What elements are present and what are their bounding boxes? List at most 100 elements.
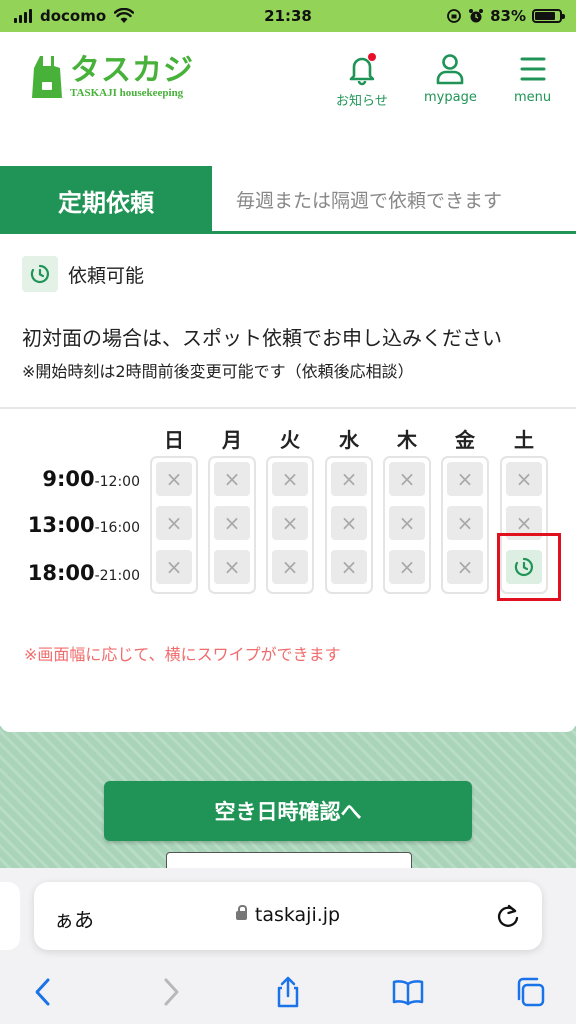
close-icon: × [398,467,416,491]
highlight-box [497,533,561,601]
close-icon: × [515,467,533,491]
unavailable-slot-cell[interactable]: × [389,506,425,540]
unavailable-slot-cell[interactable]: × [331,462,367,496]
unavailable-slot-cell[interactable]: × [447,550,483,584]
close-icon: × [281,467,299,491]
unavailable-slot-cell[interactable]: × [389,550,425,584]
unavailable-slot-cell[interactable]: × [156,462,192,496]
card-bottom-edge [0,722,576,732]
url-display[interactable]: taskaji.jp [34,904,542,926]
unavailable-slot-cell[interactable]: × [214,506,250,540]
section-divider [0,407,576,409]
carrier-label: docomo [40,7,107,25]
close-icon: × [340,511,358,535]
available-clock-icon [22,256,58,292]
logo-text: タスカジ TASKAJI housekeeping [70,53,194,100]
day-header: 土 [514,428,534,452]
notifications-button[interactable]: お知らせ [336,52,388,109]
slot-end-time: -16:00 [94,520,140,536]
time-slot-label: 13:00-16:00 [0,513,140,537]
slot-start-time: 9:00 [42,467,95,491]
book-icon [392,980,424,1006]
reload-icon[interactable] [494,902,522,930]
start-time-note: ※開始時刻は2時間前後変更可能です（依頼後応相談） [22,362,414,381]
request-type-tabs: 定期依頼 毎週または隔週で依頼できます [0,166,576,234]
close-icon: × [456,555,474,579]
close-icon: × [456,511,474,535]
unavailable-slot-cell[interactable]: × [272,550,308,584]
tab-description: 毎週または隔週で依頼できます [236,190,503,212]
slot-start-time: 13:00 [27,513,95,537]
close-icon: × [165,467,183,491]
unavailable-slot-cell[interactable]: × [447,462,483,496]
day-header: 火 [280,428,300,452]
bookmarks-button[interactable] [388,972,428,1012]
forward-button[interactable] [150,972,190,1012]
unavailable-slot-cell[interactable]: × [156,506,192,540]
unavailable-slot-cell[interactable]: × [156,550,192,584]
user-icon [437,54,464,85]
unavailable-slot-cell[interactable]: × [506,462,542,496]
mypage-button[interactable]: mypage [424,52,477,105]
swipe-note: ※画面幅に応じて、横にスワイプができます [24,645,341,664]
tabs-icon [517,977,545,1007]
status-bar: docomo 21:38 83% [0,0,576,32]
day-header: 金 [455,428,475,452]
tab-regular-request[interactable]: 定期依頼 [0,166,212,234]
taskaji-logo[interactable]: タスカジ TASKAJI housekeeping [30,54,194,100]
address-bar[interactable]: ぁあ taskaji.jp [34,882,542,950]
unavailable-slot-cell[interactable]: × [331,550,367,584]
slot-end-time: -12:00 [94,474,140,490]
time-slot-label: 18:00-21:00 [0,561,140,585]
menu-label: menu [514,90,552,105]
close-icon: × [398,555,416,579]
unavailable-slot-cell[interactable]: × [389,462,425,496]
unavailable-slot-cell[interactable]: × [447,506,483,540]
site-header: タスカジ TASKAJI housekeeping お知らせ mypage me… [0,32,576,122]
menu-button[interactable]: menu [514,52,551,105]
status-left: docomo [0,7,135,25]
close-icon: × [165,555,183,579]
close-icon: × [340,555,358,579]
logo-title: タスカジ [70,53,194,88]
share-icon [277,976,299,1008]
unavailable-slot-cell[interactable]: × [214,462,250,496]
first-time-note: 初対面の場合は、スポット依頼でお申し込みください [22,326,502,350]
close-icon: × [165,511,183,535]
battery-icon [532,9,565,23]
lock-icon [235,905,247,920]
chevron-right-icon [164,978,179,1006]
close-icon: × [281,511,299,535]
available-label: 依頼可能 [68,264,145,287]
orientation-lock-icon [447,9,461,23]
slot-start-time: 18:00 [27,561,95,585]
signal-icon [14,9,32,23]
status-right: 83% [446,7,576,25]
close-icon: × [515,511,533,535]
unavailable-slot-cell[interactable]: × [272,506,308,540]
close-icon: × [398,511,416,535]
close-icon: × [340,467,358,491]
tabs-button[interactable] [510,972,550,1012]
day-header: 木 [397,428,417,452]
chevron-left-icon [35,978,50,1006]
unavailable-slot-cell[interactable]: × [214,550,250,584]
back-button[interactable] [24,972,64,1012]
close-icon: × [223,555,241,579]
check-availability-button[interactable]: 空き日時確認へ [104,781,472,841]
unavailable-slot-cell[interactable]: × [272,462,308,496]
close-icon: × [223,467,241,491]
day-header: 日 [164,428,184,452]
battery-percent: 83% [490,7,526,25]
battery-level [535,12,555,20]
availability-legend: 依頼可能 [22,256,144,292]
share-button[interactable] [268,972,308,1012]
wifi-icon [114,8,135,23]
time-slot-label: 9:00-12:00 [0,467,140,491]
previous-tab-preview[interactable] [0,882,20,950]
close-icon: × [456,467,474,491]
hamburger-menu-icon [520,57,546,81]
mypage-label: mypage [424,90,477,105]
bell-icon [349,53,376,86]
unavailable-slot-cell[interactable]: × [331,506,367,540]
